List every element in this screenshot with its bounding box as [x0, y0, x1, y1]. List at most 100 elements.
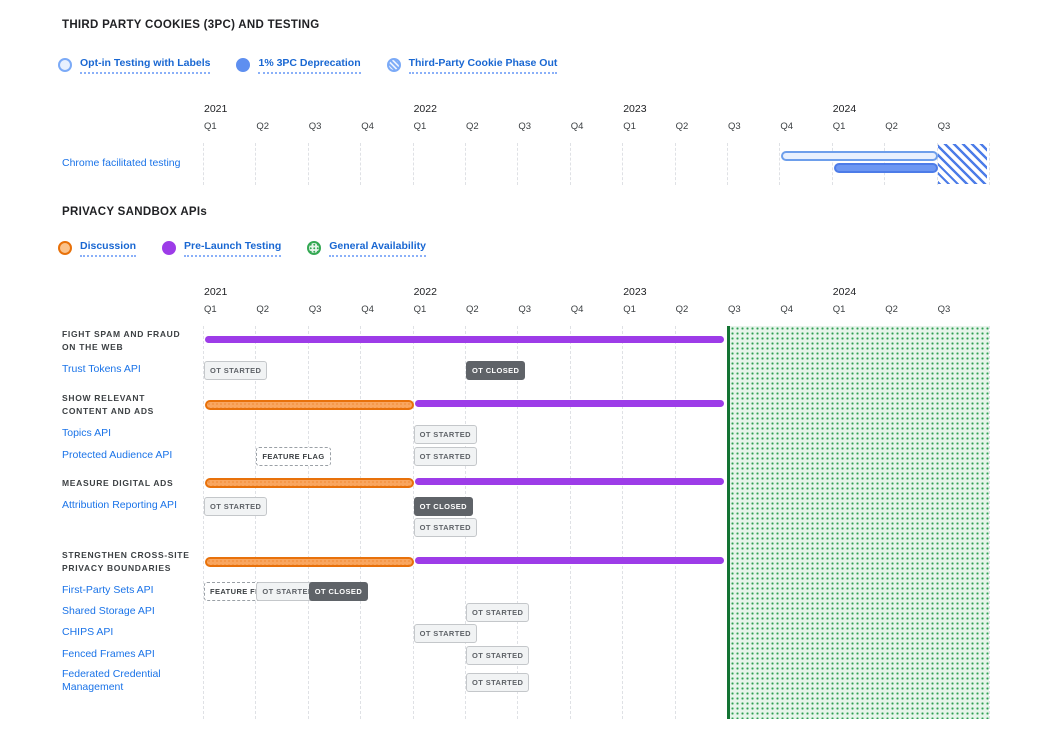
outline-blue-swatch-icon: [58, 58, 72, 72]
quarter-label-2023-q4: Q4: [780, 304, 793, 315]
quarter-label-2021-q2: Q2: [256, 121, 269, 132]
bar-1-percent-3pc-deprecation: [834, 163, 938, 173]
badge-ot-closed: OT CLOSED: [466, 361, 525, 380]
quarter-label-2022-q2: Q2: [466, 121, 479, 132]
quarter-label-2024-q2: Q2: [885, 121, 898, 132]
grid-line: [308, 143, 309, 185]
grid-line: [622, 143, 623, 185]
grid-line: [675, 326, 676, 719]
badge-ot-started: OT STARTED: [204, 361, 267, 380]
row-link-topics-api[interactable]: Topics API: [62, 427, 202, 440]
quarter-label-2023-q4: Q4: [780, 121, 793, 132]
quarter-label-2024-q2: Q2: [885, 304, 898, 315]
grid-line: [675, 143, 676, 185]
bar-discussion: [205, 478, 414, 488]
green-swatch-icon: [307, 241, 321, 255]
legend-item-pre-launch-testing[interactable]: Pre-Launch Testing: [162, 240, 281, 257]
orange-swatch-icon: [58, 241, 72, 255]
legend-item-general-availability[interactable]: General Availability: [307, 240, 426, 257]
quarter-label-2024-q3: Q3: [938, 121, 951, 132]
solid-blue-swatch-icon: [236, 58, 250, 72]
row-link-chips-api[interactable]: CHIPS API: [62, 626, 202, 639]
legend-item-discussion[interactable]: Discussion: [58, 240, 136, 257]
group-header-fight-spam-and-fraud-on-the-web: FIGHT SPAM AND FRAUDON THE WEB: [62, 328, 212, 354]
row-link-first-party-sets-api[interactable]: First-Party Sets API: [62, 584, 202, 597]
grid-line: [779, 143, 780, 185]
year-label-2023: 2023: [623, 286, 646, 298]
quarter-label-2021-q3: Q3: [309, 304, 322, 315]
badge-ot-started: OT STARTED: [204, 497, 267, 516]
year-label-2022: 2022: [414, 103, 437, 115]
group-header-strengthen-cross-site-privacy-boundaries: STRENGTHEN CROSS-SITEPRIVACY BOUNDARIES: [62, 549, 212, 575]
grid-line: [203, 143, 204, 185]
grid-line: [255, 326, 256, 719]
quarter-label-2022-q3: Q3: [518, 121, 531, 132]
quarter-label-2024-q1: Q1: [833, 121, 846, 132]
legend-label: 1% 3PC Deprecation: [258, 57, 360, 74]
grid-line: [570, 143, 571, 185]
group-header-show-relevant-content-and-ads: SHOW RELEVANTCONTENT AND ADS: [62, 392, 212, 418]
year-label-2023: 2023: [623, 103, 646, 115]
group-header-measure-digital-ads: MEASURE DIGITAL ADS: [62, 477, 212, 490]
grid-line: [308, 326, 309, 719]
grid-line: [727, 143, 728, 185]
badge-ot-started: OT STARTED: [466, 646, 529, 665]
grid-line: [203, 326, 204, 719]
row-link-chrome-facilitated-testing[interactable]: Chrome facilitated testing: [62, 157, 202, 170]
quarter-label-2022-q2: Q2: [466, 304, 479, 315]
badge-ot-closed: OT CLOSED: [309, 582, 368, 601]
quarter-label-2021-q3: Q3: [309, 121, 322, 132]
quarter-label-2024-q1: Q1: [833, 304, 846, 315]
quarter-label-2021-q2: Q2: [256, 304, 269, 315]
row-link-attribution-reporting-api[interactable]: Attribution Reporting API: [62, 499, 202, 512]
grid-line: [517, 143, 518, 185]
legend-item-opt-in-testing-with-labels[interactable]: Opt-in Testing with Labels: [58, 57, 210, 74]
quarter-label-2023-q2: Q2: [676, 121, 689, 132]
row-link-trust-tokens-api[interactable]: Trust Tokens API: [62, 363, 202, 376]
grid-line: [570, 326, 571, 719]
badge-ot-started: OT STARTED: [414, 624, 477, 643]
purple-swatch-icon: [162, 241, 176, 255]
badge-ot-started: OT STARTED: [466, 673, 529, 692]
year-label-2022: 2022: [414, 286, 437, 298]
grid-line: [622, 326, 623, 719]
grid-line: [832, 143, 833, 185]
grid-line: [465, 143, 466, 185]
year-label-2024: 2024: [833, 286, 856, 298]
quarter-label-2022-q3: Q3: [518, 304, 531, 315]
grid-line: [360, 326, 361, 719]
grid-line: [360, 143, 361, 185]
quarter-label-2021-q1: Q1: [204, 304, 217, 315]
bar-pre-launch-testing: [415, 557, 724, 564]
row-link-shared-storage-api[interactable]: Shared Storage API: [62, 605, 202, 618]
quarter-label-2021-q1: Q1: [204, 121, 217, 132]
row-link-protected-audience-api[interactable]: Protected Audience API: [62, 449, 202, 462]
quarter-label-2023-q1: Q1: [623, 304, 636, 315]
quarter-label-2022-q4: Q4: [571, 121, 584, 132]
quarter-label-2022-q1: Q1: [414, 121, 427, 132]
badge-feature-flag: FEATURE FLAG: [256, 447, 330, 466]
bar-pre-launch-testing: [415, 400, 724, 407]
bar-discussion: [205, 557, 414, 567]
section-title-3pc: THIRD PARTY COOKIES (3PC) AND TESTING: [62, 19, 320, 31]
year-label-2021: 2021: [204, 286, 227, 298]
hatch-blue-swatch-icon: [387, 58, 401, 72]
legend-label: Pre-Launch Testing: [184, 240, 281, 257]
legend-label: Opt-in Testing with Labels: [80, 57, 210, 74]
general-availability-region: [727, 326, 989, 719]
legend-label: General Availability: [329, 240, 426, 257]
legend-item-third-party-cookie-phase-out[interactable]: Third-Party Cookie Phase Out: [387, 57, 558, 74]
legend-label: Discussion: [80, 240, 136, 257]
legend-item-1-3pc-deprecation[interactable]: 1% 3PC Deprecation: [236, 57, 360, 74]
row-link-fenced-frames-api[interactable]: Fenced Frames API: [62, 648, 202, 661]
bar-pre-launch-testing: [415, 478, 724, 485]
quarter-label-2023-q3: Q3: [728, 121, 741, 132]
grid-line: [255, 143, 256, 185]
bar-discussion: [205, 400, 414, 410]
section-title-apis: PRIVACY SANDBOX APIs: [62, 206, 207, 218]
badge-ot-started: OT STARTED: [466, 603, 529, 622]
legend-apis: Discussion Pre-Launch Testing General Avai…: [58, 240, 426, 257]
row-link-federated-credential-management[interactable]: Federated CredentialManagement: [62, 668, 202, 694]
grid-line: [989, 143, 990, 185]
grid-line: [413, 143, 414, 185]
